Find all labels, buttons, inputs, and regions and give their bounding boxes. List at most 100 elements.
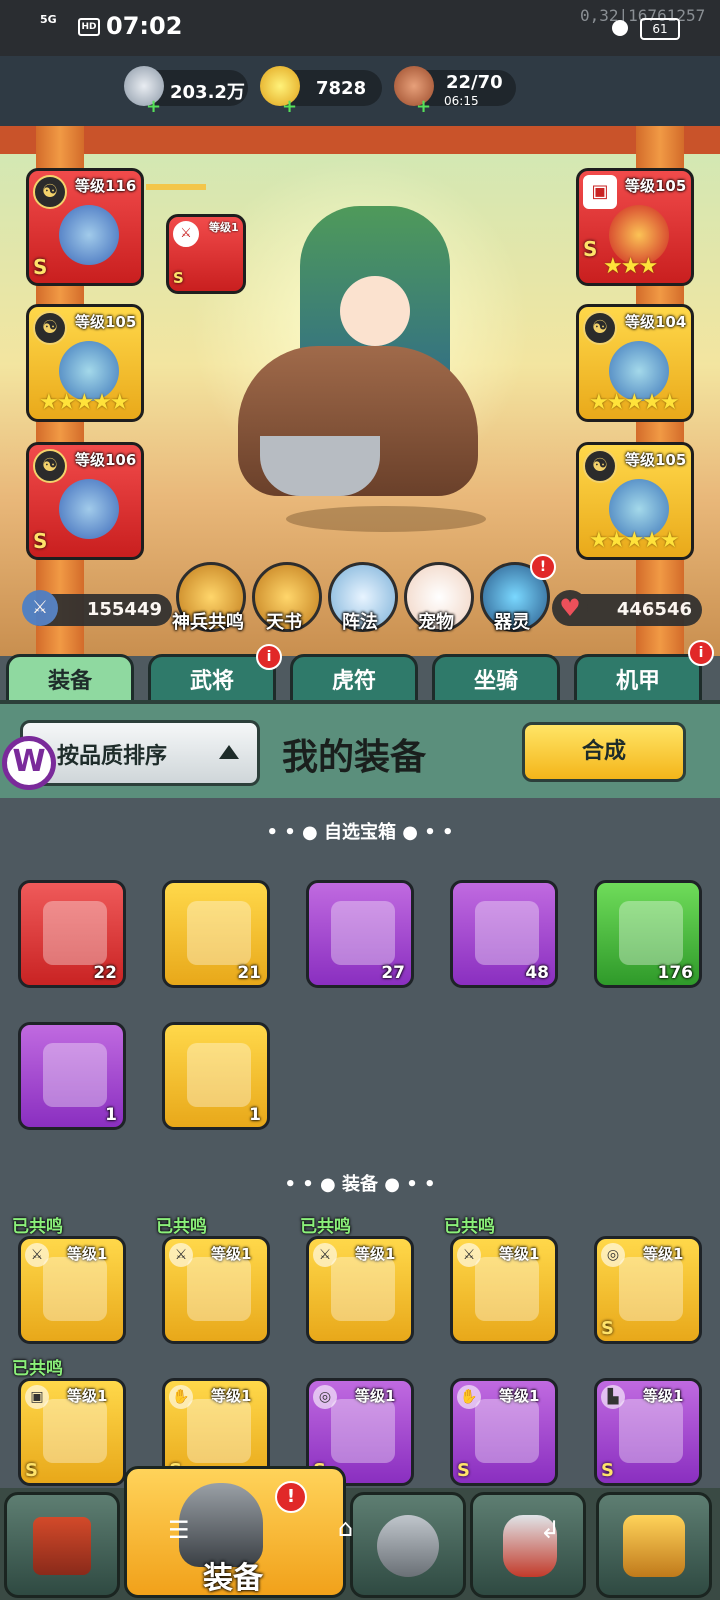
item-count: 1: [105, 1105, 117, 1125]
item-count: 27: [381, 963, 405, 983]
stamina-value: 22/70: [446, 72, 503, 93]
equipment-item[interactable]: ⚔ 等级1: [162, 1236, 270, 1344]
slot-level: 等级104: [625, 313, 687, 331]
equipment-item[interactable]: ◎等级1S: [594, 1236, 702, 1344]
chest-item[interactable]: 22: [18, 880, 126, 988]
weapon-icon: [59, 205, 119, 265]
linked-equipment-slot[interactable]: ⚔ 等级1 S: [166, 214, 246, 294]
chest-item[interactable]: 27: [306, 880, 414, 988]
quality-badge: S: [33, 529, 48, 553]
nav-event-button[interactable]: [470, 1492, 586, 1598]
panel-title: 我的装备: [282, 737, 427, 778]
gold-bag-icon: [623, 1515, 685, 1577]
plus-icon[interactable]: +: [416, 96, 431, 117]
plus-icon[interactable]: +: [146, 96, 161, 117]
sort-dropdown[interactable]: 按品质排序: [20, 720, 260, 786]
chevron-up-icon: [219, 745, 239, 759]
gauntlet-icon: [475, 1399, 539, 1463]
equipment-item[interactable]: ⚔ 等级1: [18, 1236, 126, 1344]
star-rating: ★★★★★: [589, 390, 680, 415]
item-count: 21: [237, 963, 261, 983]
plus-icon[interactable]: +: [282, 96, 297, 117]
silver-resource[interactable]: + 203.2万: [124, 66, 248, 117]
equipped-slot-helmet[interactable]: ☯ 等级106 S: [26, 442, 144, 560]
nav-shop-button[interactable]: [596, 1492, 712, 1598]
equipment-item[interactable]: ⚔ 等级1: [306, 1236, 414, 1344]
equipment-item[interactable]: ⚔ 等级1: [450, 1236, 558, 1344]
dots-icon: ● • •: [378, 1174, 436, 1195]
notification-badge: !: [275, 1481, 307, 1513]
yin-yang-icon: ☯: [33, 311, 67, 345]
slot-level: 等级105: [625, 451, 687, 469]
chest-item[interactable]: 48: [450, 880, 558, 988]
flute-icon: [475, 1257, 539, 1321]
boar-armor: [260, 436, 380, 496]
chest-item[interactable]: 21: [162, 880, 270, 988]
yin-yang-icon: ☯: [33, 449, 67, 483]
stamina-resource[interactable]: + 22/70 06:15: [394, 66, 516, 117]
formation-label: 阵法: [342, 612, 378, 633]
slot-level: 等级105: [75, 313, 137, 331]
resonated-tag: 已共鸣: [12, 1217, 63, 1237]
chest-icon: [475, 901, 539, 965]
notification-badge: !: [530, 554, 556, 580]
equipment-panel-header: 按品质排序 我的装备 合成: [0, 700, 720, 802]
status-bar: 5G HD 07:02 0,32|16761257 61: [0, 0, 720, 56]
nav-equipment-button[interactable]: 装备 !: [124, 1466, 346, 1598]
hero-face: [340, 276, 410, 346]
merge-button[interactable]: 合成: [522, 722, 686, 782]
shield-icon: [377, 1515, 439, 1577]
equipped-slot-boots[interactable]: ☯ 等级105 ★★★★★: [576, 442, 694, 560]
helmet-icon: [59, 479, 119, 539]
nav-battle-button[interactable]: [350, 1492, 466, 1598]
network-indicator: 5G: [40, 13, 57, 26]
attack-stat: ⚔ 155449: [22, 590, 172, 626]
sword-icon: ⚔: [22, 590, 58, 626]
equipment-item[interactable]: ▣ 等级1 S: [18, 1378, 126, 1486]
chest-item[interactable]: 176: [594, 880, 702, 988]
section-header-chests: • • ● 自选宝箱 ● • •: [0, 818, 720, 844]
hp-stat: ♥ 446546: [552, 590, 702, 626]
equipment-item[interactable]: ✋等级1S: [450, 1378, 558, 1486]
hd-badge: HD: [78, 18, 100, 36]
chest-item[interactable]: 1: [162, 1022, 270, 1130]
quality-badge: S: [33, 255, 48, 279]
gauntlet-icon: [331, 1399, 395, 1463]
back-icon[interactable]: ↲: [540, 1516, 560, 1544]
equipped-slot-armor[interactable]: ☯ 等级105 ★★★★★: [26, 304, 144, 422]
shuriken-icon: [43, 1257, 107, 1321]
equipped-slot-gauntlet[interactable]: ☯ 等级104 ★★★★★: [576, 304, 694, 422]
resource-bar: + 203.2万 + 7828 + 22/70 06:15: [0, 56, 720, 126]
section-title: 自选宝箱: [324, 822, 396, 843]
quality-badge: S: [173, 269, 184, 287]
star-rating: ★★★: [603, 254, 658, 279]
equipment-list[interactable]: • • ● 自选宝箱 ● • • 22 21 27 48 176 1 1 • •…: [0, 798, 720, 1488]
blade-icon: [187, 1257, 251, 1321]
home-icon[interactable]: ⌂: [338, 1514, 353, 1542]
resonated-tag: 已共鸣: [300, 1217, 351, 1237]
nav-equipment-label: 装备: [203, 1561, 263, 1596]
pet-label: 宠物: [418, 612, 454, 633]
yin-yang-icon: ☯: [583, 449, 617, 483]
overlay-logo-icon[interactable]: W: [2, 736, 56, 790]
city-gate-icon: [33, 1517, 91, 1575]
quality-badge: S: [583, 237, 598, 261]
equipment-item[interactable]: ▙ 等级1 S: [594, 1378, 702, 1486]
crossbow-icon: [331, 1257, 395, 1321]
heavenly-book-label: 天书: [266, 612, 302, 633]
menu-icon[interactable]: ☰: [168, 1516, 190, 1544]
battery-indicator: 61: [640, 18, 680, 40]
chest-item[interactable]: 1: [18, 1022, 126, 1130]
slot-level: 等级106: [75, 451, 137, 469]
nav-city-button[interactable]: [4, 1492, 120, 1598]
equipped-slot-robe[interactable]: ▣ 等级105 S ★★★: [576, 168, 694, 286]
quality-badge: S: [457, 1460, 470, 1481]
section-header-equipment: • • ● 装备 ● • •: [0, 1170, 720, 1196]
yin-yang-icon: ☯: [583, 311, 617, 345]
equipped-slot-weapon[interactable]: ☯ 等级116 S: [26, 168, 144, 286]
item-count: 1: [249, 1105, 261, 1125]
silver-value: 203.2万: [170, 82, 245, 103]
slot-level: 等级1: [209, 221, 239, 234]
section-title: 装备: [342, 1174, 378, 1195]
gold-resource[interactable]: + 7828: [260, 66, 382, 117]
